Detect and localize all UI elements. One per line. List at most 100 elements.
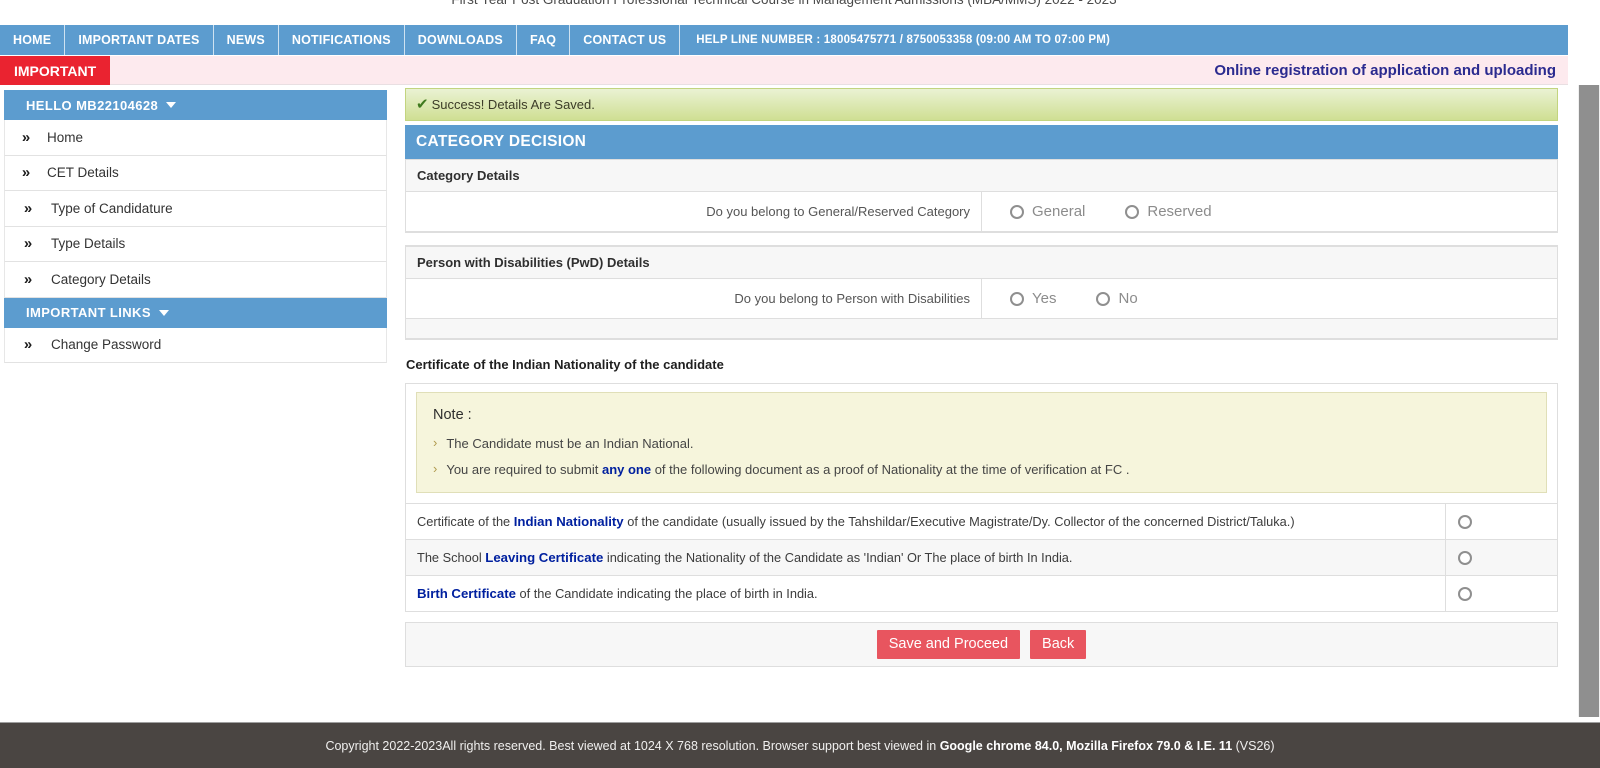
nav-item-contact-us[interactable]: CONTACT US bbox=[570, 25, 681, 55]
footer: Copyright 2022-2023All rights reserved. … bbox=[0, 722, 1600, 768]
chevron-double-right-icon: » bbox=[23, 336, 33, 354]
note-list-item: › You are required to submit any one of … bbox=[433, 461, 1530, 477]
sidebar-item-label: CET Details bbox=[47, 165, 119, 181]
back-button[interactable]: Back bbox=[1030, 630, 1087, 659]
chevron-down-icon bbox=[158, 309, 169, 316]
document-radio-cell[interactable] bbox=[1445, 540, 1557, 575]
important-announcement-bar: IMPORTANT Online registration of applica… bbox=[0, 56, 1568, 85]
document-option-text: Certificate of the Indian Nationality of… bbox=[406, 504, 1445, 539]
sidebar-item-change-password[interactable]: » Change Password bbox=[4, 327, 387, 363]
sidebar-item-cet-details[interactable]: » CET Details bbox=[4, 155, 387, 191]
document-text-pre: The School bbox=[417, 549, 486, 565]
save-and-proceed-button[interactable]: Save and Proceed bbox=[876, 630, 1021, 659]
radio-option-label: No bbox=[1118, 290, 1138, 307]
category-question-row: Do you belong to General/Reserved Catego… bbox=[406, 192, 1557, 232]
document-radio-cell[interactable] bbox=[1445, 576, 1557, 611]
document-radio-cell[interactable] bbox=[1445, 504, 1557, 539]
radio-option-no[interactable]: No bbox=[1096, 290, 1138, 307]
document-option-row: Birth Certificate of the Candidate indic… bbox=[405, 576, 1558, 612]
radio-circle-icon[interactable] bbox=[1010, 204, 1024, 219]
document-option-row: Certificate of the Indian Nationality of… bbox=[405, 504, 1558, 540]
category-details-heading: Category Details bbox=[406, 159, 1557, 192]
page-panel-title: CATEGORY DECISION bbox=[405, 125, 1558, 159]
sidebar-item-type-of-candidature[interactable]: » Type of Candidature bbox=[4, 191, 387, 227]
document-text-bold: Birth Certificate bbox=[417, 585, 516, 601]
sidebar-item-type-details[interactable]: » Type Details bbox=[4, 226, 387, 262]
form-action-bar: Save and Proceed Back bbox=[405, 622, 1558, 667]
nationality-section-title: Certificate of the Indian Nationality of… bbox=[406, 357, 724, 372]
success-alert-text: Success! Details Are Saved. bbox=[431, 97, 595, 112]
radio-option-general[interactable]: General bbox=[1010, 203, 1085, 220]
success-alert: ✔ Success! Details Are Saved. bbox=[405, 88, 1558, 121]
document-option-row: The School Leaving Certificate indicatin… bbox=[405, 540, 1558, 576]
helpline-number: HELP LINE NUMBER : 18005475771 / 8750053… bbox=[696, 34, 1111, 46]
radio-option-label: Yes bbox=[1032, 290, 1057, 307]
note-title: Note : bbox=[433, 407, 472, 423]
chevron-double-right-icon: » bbox=[23, 199, 33, 217]
document-text-post: of the Candidate indicating the place of… bbox=[515, 585, 818, 601]
sidebar-item-home[interactable]: » Home bbox=[4, 120, 387, 156]
radio-option-reserved[interactable]: Reserved bbox=[1125, 203, 1212, 220]
chevron-double-right-icon: » bbox=[21, 164, 31, 182]
note-box: Note : › The Candidate must be an Indian… bbox=[416, 392, 1547, 493]
pwd-question-row: Do you belong to Person with Disabilitie… bbox=[406, 279, 1557, 319]
document-text-post: indicating the Nationality of the Candid… bbox=[603, 549, 1073, 565]
footer-text-post: (VS26) bbox=[1232, 738, 1275, 753]
sidebar-item-label: Category Details bbox=[51, 271, 151, 287]
nav-item-important-dates[interactable]: IMPORTANT DATES bbox=[65, 25, 214, 55]
radio-option-label: General bbox=[1032, 203, 1086, 220]
vertical-scrollbar-thumb[interactable] bbox=[1579, 85, 1599, 717]
nav-item-home[interactable]: HOME bbox=[0, 25, 66, 55]
nav-item-notifications[interactable]: NOTIFICATIONS bbox=[279, 25, 405, 55]
sidebar-item-label: Type Details bbox=[51, 236, 126, 252]
pwd-details-heading: Person with Disabilities (PwD) Details bbox=[406, 246, 1557, 279]
chevron-double-right-icon: » bbox=[23, 235, 33, 253]
radio-circle-icon[interactable] bbox=[1010, 291, 1024, 306]
nationality-note-wrapper: Note : › The Candidate must be an Indian… bbox=[405, 383, 1558, 504]
pwd-spacer-row bbox=[406, 319, 1557, 339]
note-item-text-post: of the following document as a proof of … bbox=[651, 462, 1130, 477]
pwd-options: Yes No bbox=[981, 279, 1557, 318]
sidebar-item-label: Home bbox=[47, 129, 84, 145]
document-option-text: The School Leaving Certificate indicatin… bbox=[406, 540, 1445, 575]
sidebar-important-links-header[interactable]: IMPORTANT LINKS bbox=[4, 297, 387, 328]
radio-circle-icon[interactable] bbox=[1458, 586, 1472, 601]
page-title: First Year Post Graduation Professional … bbox=[0, 0, 1568, 8]
nav-item-downloads[interactable]: DOWNLOADS bbox=[405, 25, 517, 55]
document-text-bold: Leaving Certificate bbox=[485, 549, 604, 565]
sidebar-item-label: Type of Candidature bbox=[51, 200, 173, 216]
radio-option-label: Reserved bbox=[1147, 203, 1212, 220]
pwd-question-label: Do you belong to Person with Disabilitie… bbox=[734, 291, 970, 306]
note-item-text-bold: any one bbox=[601, 462, 652, 477]
category-question-label: Do you belong to General/Reserved Catego… bbox=[706, 204, 970, 219]
radio-circle-icon[interactable] bbox=[1458, 550, 1472, 565]
sidebar-user-header[interactable]: HELLO MB22104628 bbox=[4, 90, 387, 120]
chevron-double-right-icon: » bbox=[21, 128, 31, 146]
radio-circle-icon[interactable] bbox=[1458, 514, 1472, 529]
important-badge: IMPORTANT bbox=[0, 56, 111, 85]
nav-item-news[interactable]: NEWS bbox=[214, 25, 279, 55]
document-text-post: of the candidate (usually issued by the … bbox=[623, 513, 1295, 529]
pwd-details-block: Person with Disabilities (PwD) Details D… bbox=[405, 245, 1558, 340]
nav-item-faq[interactable]: FAQ bbox=[517, 25, 571, 55]
chevron-right-icon: › bbox=[433, 435, 438, 450]
radio-circle-icon[interactable] bbox=[1096, 291, 1111, 306]
sidebar-item-label: Change Password bbox=[51, 337, 162, 353]
check-mark-icon: ✔ bbox=[416, 96, 429, 113]
category-details-block: Category Details Do you belong to Genera… bbox=[405, 159, 1558, 233]
chevron-double-right-icon: » bbox=[23, 270, 33, 288]
document-option-text: Birth Certificate of the Candidate indic… bbox=[406, 576, 1445, 611]
document-text-bold: Indian Nationality bbox=[513, 513, 624, 529]
note-item-text-pre: You are required to submit bbox=[446, 462, 602, 477]
sidebar-item-category-details[interactable]: » Category Details bbox=[4, 262, 387, 298]
document-text-pre: Certificate of the bbox=[417, 513, 514, 529]
chevron-down-icon bbox=[166, 102, 177, 108]
main-content: ✔ Success! Details Are Saved. CATEGORY D… bbox=[405, 88, 1558, 667]
top-navigation-bar: HOME IMPORTANT DATES NEWS NOTIFICATIONS … bbox=[0, 25, 1568, 55]
category-options: General Reserved bbox=[981, 192, 1557, 231]
radio-circle-icon[interactable] bbox=[1125, 204, 1140, 219]
radio-option-yes[interactable]: Yes bbox=[1010, 290, 1056, 307]
note-list-item: › The Candidate must be an Indian Nation… bbox=[433, 435, 1530, 451]
chevron-right-icon: › bbox=[433, 461, 438, 476]
sidebar: HELLO MB22104628 » Home » CET Details » … bbox=[4, 90, 387, 363]
